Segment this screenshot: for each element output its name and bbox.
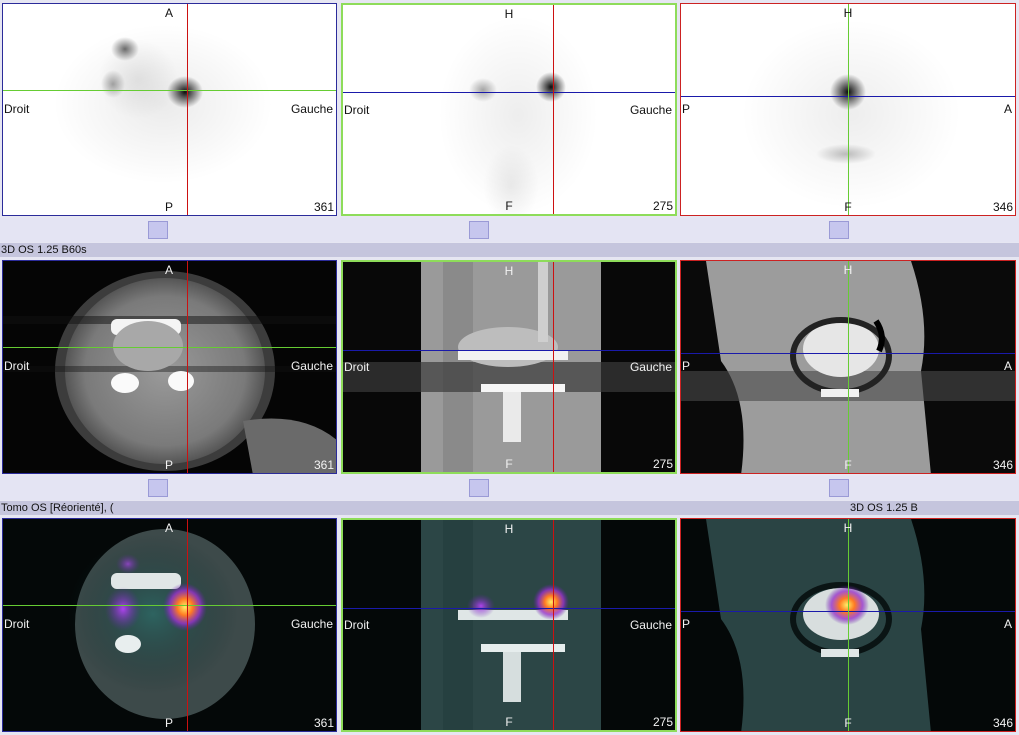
spect-sagittal-viewport[interactable]: H F P A 346 — [680, 3, 1016, 216]
series-label-bar: 3D OS 1.25 B60s — [0, 243, 1019, 257]
crosshair-vertical[interactable] — [848, 519, 849, 731]
crosshair-horizontal[interactable] — [3, 605, 336, 606]
crosshair-vertical[interactable] — [187, 519, 188, 731]
fusion-axial-image — [68, 529, 255, 719]
ct-axial-image — [3, 271, 336, 473]
crosshair-horizontal[interactable] — [343, 608, 675, 609]
crosshair-horizontal[interactable] — [3, 90, 336, 91]
series-label: Tomo OS [Réorienté], ( — [1, 502, 114, 514]
crosshair-vertical[interactable] — [553, 520, 554, 730]
crosshair-vertical[interactable] — [187, 261, 188, 473]
crosshair-vertical[interactable] — [553, 262, 554, 472]
crosshair-horizontal[interactable] — [343, 92, 675, 93]
ct-coronal-image — [343, 262, 675, 472]
series-label-secondary: 3D OS 1.25 B — [850, 502, 918, 514]
ct-axial-viewport[interactable]: A P Droit Gauche 361 — [2, 260, 337, 474]
crosshair-horizontal[interactable] — [3, 347, 336, 348]
slice-slider-handle-sagittal[interactable] — [829, 221, 849, 239]
slice-slider-bar — [0, 218, 1019, 242]
crosshair-vertical[interactable] — [848, 261, 849, 473]
slice-slider-handle-axial[interactable] — [148, 221, 168, 239]
slice-slider-handle-sagittal[interactable] — [829, 479, 849, 497]
slice-slider-handle-coronal[interactable] — [469, 479, 489, 497]
ct-coronal-viewport[interactable]: H F Droit Gauche 275 — [341, 260, 677, 474]
crosshair-vertical[interactable] — [187, 4, 188, 215]
series-label-bar: Tomo OS [Réorienté], ( 3D OS 1.25 B — [0, 501, 1019, 515]
spect-coronal-viewport[interactable]: H F Droit Gauche 275 — [341, 3, 677, 216]
slice-slider-bar — [0, 476, 1019, 500]
spect-axial-image — [53, 24, 273, 184]
slice-slider-handle-coronal[interactable] — [469, 221, 489, 239]
spect-axial-viewport[interactable]: A P Droit Gauche 361 — [2, 3, 337, 216]
ct-sagittal-viewport[interactable]: H F P A 346 — [680, 260, 1016, 474]
crosshair-vertical[interactable] — [848, 4, 849, 215]
spect-coronal-image — [438, 15, 598, 214]
fusion-coronal-viewport[interactable]: H F Droit Gauche 275 — [341, 518, 677, 732]
series-label: 3D OS 1.25 B60s — [1, 244, 87, 256]
slice-slider-handle-axial[interactable] — [148, 479, 168, 497]
crosshair-horizontal[interactable] — [343, 350, 675, 351]
fusion-axial-viewport[interactable]: A P Droit Gauche 361 — [2, 518, 337, 732]
fusion-coronal-image — [421, 520, 601, 730]
crosshair-vertical[interactable] — [553, 5, 554, 214]
fusion-sagittal-viewport[interactable]: H F P A 346 — [680, 518, 1016, 732]
